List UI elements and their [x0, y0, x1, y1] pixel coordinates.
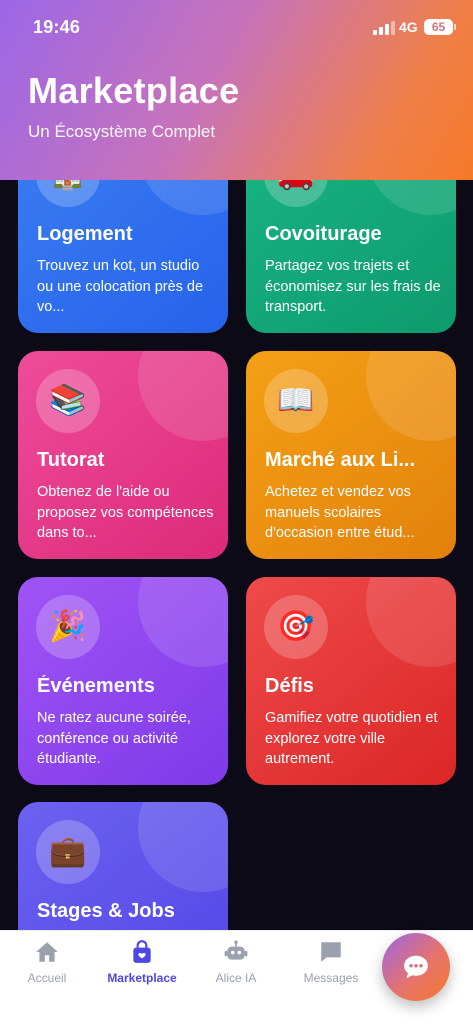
page-header: 19:46 4G 65 Marketplace Un Écosystème Co… [0, 0, 473, 180]
nav-label: Messages [303, 971, 359, 985]
nav-label: Accueil [27, 971, 67, 985]
card-description: Obtenez de l'aide ou proposez vos compét… [37, 484, 214, 541]
target-icon: 🎯 [264, 595, 328, 659]
card-title: Événements [37, 675, 155, 697]
shopping-bag-icon [133, 940, 151, 963]
card-defis[interactable]: 🎯 Défis Gamifiez votre quotidien et expl… [246, 577, 456, 785]
nav-item-marketplace[interactable]: Marketplace [102, 939, 182, 985]
app-screen: 🏠 Logement Trouvez un kot, un studio ou … [0, 0, 473, 1024]
status-bar: 19:46 4G 65 [0, 0, 473, 56]
briefcase-icon: 💼 [36, 820, 100, 884]
robot-icon [224, 940, 248, 960]
home-icon [36, 942, 58, 962]
card-description: Gamifiez votre quotidien et explorez vot… [265, 710, 438, 767]
party-popper-icon: 🎉 [36, 595, 100, 659]
chat-fab-icon [404, 955, 428, 979]
card-description: Achetez et vendez vos manuels scolaires … [265, 484, 415, 541]
nav-item-alice-ia[interactable]: Alice IA [196, 939, 276, 985]
card-title: Marché aux Li... [265, 449, 416, 471]
card-title: Défis [265, 675, 314, 697]
card-title: Stages & Jobs [37, 900, 175, 922]
chat-bubble-icon [321, 942, 341, 962]
books-icon: 📚 [36, 369, 100, 433]
nav-item-messages[interactable]: Messages [291, 939, 371, 985]
page-subtitle: Un Écosystème Complet [28, 122, 216, 141]
battery-icon: 65 [424, 19, 456, 35]
nav-item-accueil[interactable]: Accueil [7, 939, 87, 985]
card-description: Trouvez un kot, un studio ou une colocat… [37, 258, 204, 315]
signal-icon [373, 21, 395, 35]
open-book-icon: 📖 [264, 369, 328, 433]
nav-label: Marketplace [107, 971, 177, 985]
card-description: Partagez vos trajets et économisez sur l… [265, 258, 441, 315]
card-marche-aux-livres[interactable]: 📖 Marché aux Li... Achetez et vendez vos… [246, 351, 456, 559]
card-tutorat[interactable]: 📚 Tutorat Obtenez de l'aide ou proposez … [18, 351, 228, 559]
chat-fab-button[interactable] [382, 933, 450, 1001]
card-title: Tutorat [37, 449, 105, 471]
card-evenements[interactable]: 🎉 Événements Ne ratez aucune soirée, con… [18, 577, 228, 785]
page-title: Marketplace [28, 70, 240, 111]
network-type: 4G [399, 19, 418, 35]
card-description: Ne ratez aucune soirée, conférence ou ac… [37, 710, 191, 767]
nav-label: Alice IA [215, 971, 257, 985]
card-title: Covoiturage [265, 223, 382, 245]
status-time: 19:46 [33, 17, 81, 37]
card-title: Logement [37, 223, 133, 245]
